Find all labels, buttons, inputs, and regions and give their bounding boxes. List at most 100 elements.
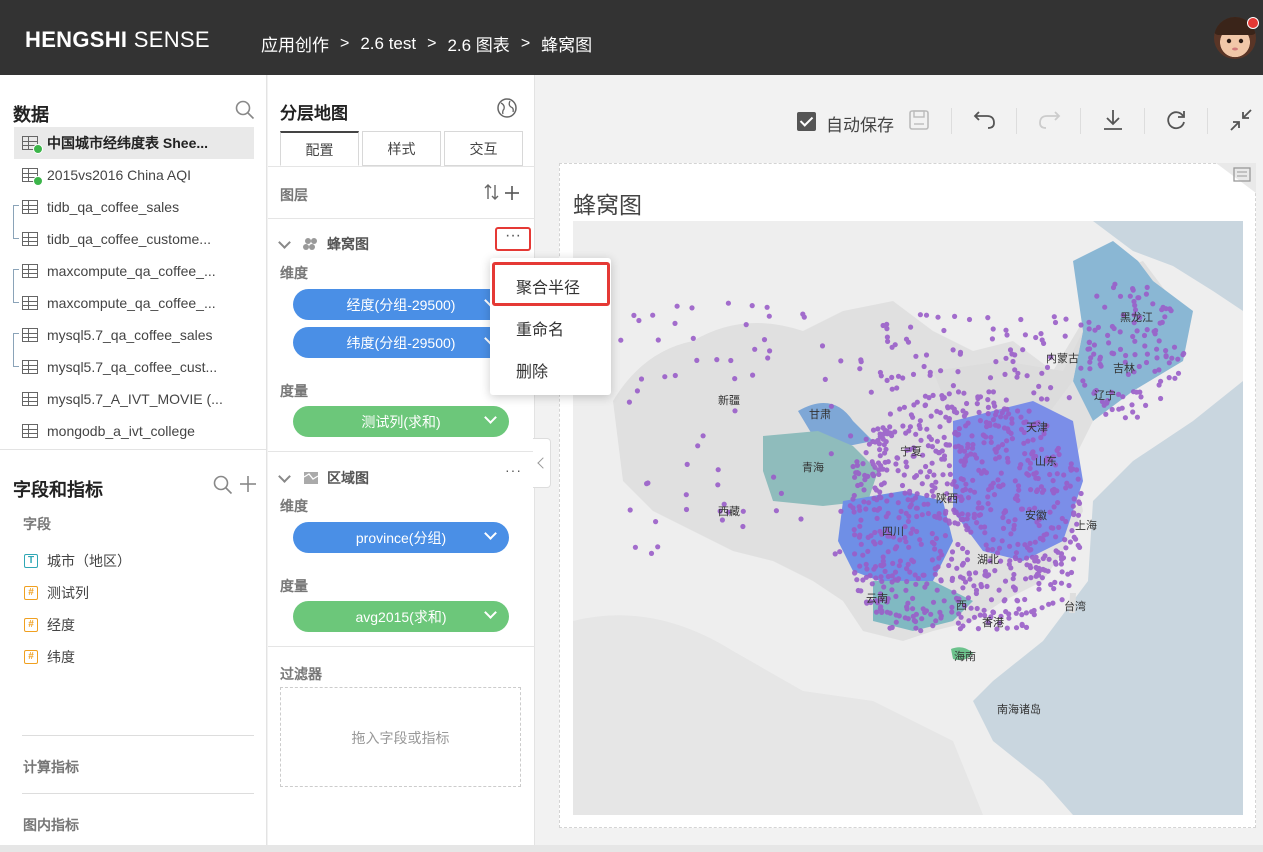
field-item[interactable]: T 城市（地区）: [24, 545, 131, 577]
dataset-item[interactable]: maxcompute_qa_coffee_...: [14, 255, 254, 287]
search-icon[interactable]: [213, 475, 233, 495]
chart-menu-icon[interactable]: [1216, 163, 1256, 193]
breadcrumb-item[interactable]: 应用创作: [261, 31, 329, 56]
hex-point: [905, 518, 911, 524]
hex-point: [672, 372, 678, 379]
hex-point: [1015, 598, 1021, 604]
breadcrumb-item[interactable]: 2.6 test: [360, 34, 416, 54]
chevron-down-icon[interactable]: [278, 235, 291, 249]
tab-config[interactable]: 配置: [280, 131, 359, 166]
hex-point: [877, 494, 883, 500]
layer-header-region[interactable]: 区域图: [278, 468, 369, 488]
collapse-panel-button[interactable]: [533, 438, 551, 488]
tab-style[interactable]: 样式: [362, 131, 441, 166]
hex-point: [985, 501, 991, 507]
dataset-item[interactable]: mysql5.7_qa_coffee_cust...: [14, 351, 254, 383]
dataset-item[interactable]: 中国城市经纬度表 Shee...: [14, 127, 254, 159]
field-item[interactable]: # 经度: [24, 609, 131, 641]
hex-point: [1171, 344, 1178, 350]
map-label: 内蒙古: [1046, 351, 1079, 365]
hex-point: [1138, 394, 1144, 400]
search-icon[interactable]: [235, 100, 255, 120]
hex-point: [993, 359, 999, 365]
calc-metrics-label[interactable]: 计算指标: [23, 757, 79, 777]
sort-icon[interactable]: [484, 183, 500, 201]
hex-point: [964, 557, 971, 563]
hex-point: [974, 401, 980, 407]
save-icon[interactable]: [908, 109, 930, 131]
dataset-item[interactable]: mysql5.7_qa_coffee_sales: [14, 319, 254, 351]
map-label: 山东: [1035, 455, 1057, 468]
hex-point: [1143, 291, 1149, 297]
hex-point: [1078, 490, 1084, 497]
hex-point: [924, 581, 930, 587]
layer-more-button[interactable]: ···: [495, 227, 531, 251]
hex-point: [1006, 518, 1012, 525]
dataset-item[interactable]: 2015vs2016 China AQI: [14, 159, 254, 191]
map-label: 甘肃: [809, 408, 831, 421]
hex-point: [1024, 471, 1030, 477]
tab-interaction[interactable]: 交互: [444, 131, 523, 166]
collapse-icon[interactable]: [1229, 108, 1253, 132]
hex-point: [903, 510, 909, 516]
hex-point: [1036, 580, 1042, 587]
dataset-item[interactable]: mysql5.7_A_IVT_MOVIE (...: [14, 383, 254, 415]
hex-point: [1007, 347, 1014, 353]
add-icon[interactable]: [239, 475, 257, 493]
hex-point: [851, 527, 857, 533]
hex-point: [910, 595, 916, 601]
hex-point: [1162, 314, 1168, 320]
hex-point: [918, 469, 924, 475]
undo-icon[interactable]: [973, 108, 997, 132]
hex-point: [1094, 293, 1100, 299]
hex-point: [879, 578, 885, 584]
map-canvas[interactable]: 黑龙江 内蒙古 吉林 辽宁 新疆 甘肃 天津 宁夏 山东 青海 陕西 安徽 西藏…: [573, 221, 1243, 815]
hex-point: [854, 470, 861, 476]
hex-point: [913, 625, 919, 631]
autosave-checkbox[interactable]: [797, 112, 816, 131]
dataset-item[interactable]: tidb_qa_coffee_sales: [14, 191, 254, 223]
hex-point: [986, 389, 992, 395]
hex-point: [857, 563, 863, 569]
hex-point: [988, 434, 994, 440]
chevron-down-icon[interactable]: [484, 411, 497, 424]
china-map[interactable]: 黑龙江 内蒙古 吉林 辽宁 新疆 甘肃 天津 宁夏 山东 青海 陕西 安徽 西藏…: [573, 221, 1243, 815]
dataset-item[interactable]: maxcompute_qa_coffee_...: [14, 287, 254, 319]
filter-dropzone[interactable]: 拖入字段或指标: [280, 687, 521, 787]
redo-icon[interactable]: [1037, 108, 1061, 132]
chevron-down-icon[interactable]: [484, 527, 497, 540]
layer-more-button[interactable]: ···: [505, 462, 522, 478]
add-layer-icon[interactable]: [504, 185, 520, 201]
brand-logo[interactable]: HENGSHI SENSE: [25, 27, 210, 53]
download-icon[interactable]: [1101, 108, 1125, 132]
hex-point: [959, 511, 965, 517]
hex-point: [838, 358, 844, 364]
menu-item-delete[interactable]: 删除: [516, 358, 548, 382]
dimension-pill[interactable]: 经度(分组-29500): [293, 289, 509, 320]
globe-icon[interactable]: [496, 97, 518, 119]
field-item[interactable]: # 测试列: [24, 577, 131, 609]
hex-point: [900, 423, 906, 429]
breadcrumb-item[interactable]: 2.6 图表: [447, 31, 509, 56]
dataset-item[interactable]: mongodb_a_ivt_college: [14, 415, 254, 447]
measure-pill[interactable]: 测试列(求和): [293, 406, 509, 437]
chart-metrics-label[interactable]: 图内指标: [23, 815, 79, 835]
hex-point: [1054, 471, 1060, 477]
dataset-item[interactable]: tidb_qa_coffee_custome...: [14, 223, 254, 255]
hex-point: [857, 366, 863, 372]
hex-point: [771, 474, 777, 480]
dimension-pill[interactable]: 纬度(分组-29500): [293, 327, 509, 358]
divider: [22, 735, 254, 736]
chevron-down-icon[interactable]: [278, 469, 291, 483]
layer-header-hexbin[interactable]: 蜂窝图: [278, 234, 369, 254]
hex-point: [1044, 531, 1050, 537]
measure-pill[interactable]: avg2015(求和): [293, 601, 509, 632]
chevron-down-icon[interactable]: [484, 606, 497, 619]
field-item[interactable]: # 纬度: [24, 641, 131, 673]
menu-item-rename[interactable]: 重命名: [516, 316, 564, 340]
dimension-pill[interactable]: province(分组): [293, 522, 509, 553]
horizontal-scrollbar[interactable]: [0, 845, 1263, 852]
refresh-icon[interactable]: [1164, 108, 1188, 132]
hex-point: [941, 327, 947, 334]
hex-point: [967, 487, 973, 493]
